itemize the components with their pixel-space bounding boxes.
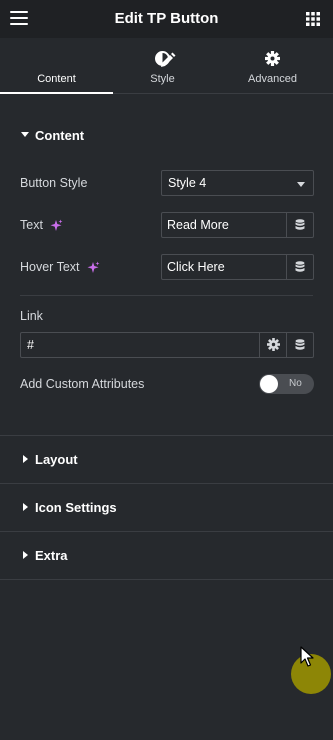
caret-right-icon <box>23 551 28 559</box>
tab-advanced-label: Advanced <box>248 73 297 85</box>
caret-right-icon <box>23 503 28 511</box>
chevron-down-icon <box>297 182 305 187</box>
section-separator <box>0 579 333 580</box>
section-layout-header[interactable]: Layout <box>0 436 333 483</box>
section-extra-header[interactable]: Extra <box>0 532 333 579</box>
tab-content-label: Content <box>37 73 76 85</box>
panel-tabs: Content Style Advanced <box>0 38 333 94</box>
database-icon <box>295 219 305 230</box>
text-label-row: Text <box>20 218 63 232</box>
database-icon <box>295 261 305 272</box>
link-input-group <box>20 332 314 358</box>
dynamic-tags-button[interactable] <box>286 333 313 357</box>
content-divider <box>20 295 313 296</box>
active-tab-indicator <box>0 92 113 94</box>
link-options-button[interactable] <box>259 333 286 357</box>
section-extra-title: Extra <box>35 548 68 563</box>
gear-icon <box>267 338 280 351</box>
custom-attributes-toggle[interactable]: No <box>259 374 314 394</box>
link-label: Link <box>20 309 43 323</box>
link-url-input[interactable] <box>21 333 259 357</box>
hover-text-input[interactable] <box>162 255 286 279</box>
panel-title: Edit TP Button <box>114 10 219 27</box>
button-style-value: Style 4 <box>168 176 207 190</box>
hover-text-input-group <box>161 254 314 280</box>
tab-style-label: Style <box>150 73 175 85</box>
caret-down-icon <box>21 132 29 137</box>
tab-content[interactable]: Content <box>0 38 176 94</box>
editor-header: Edit TP Button <box>0 0 333 38</box>
section-icon-settings-header[interactable]: Icon Settings <box>0 484 333 531</box>
caret-right-icon <box>23 455 28 463</box>
section-content-header[interactable]: Content <box>0 120 333 150</box>
section-content-title: Content <box>35 128 85 143</box>
text-input-group <box>161 212 314 238</box>
button-style-select[interactable]: Style 4 <box>161 170 314 196</box>
section-icon-settings-title: Icon Settings <box>35 500 117 515</box>
database-icon <box>295 339 305 350</box>
mouse-pointer-icon <box>300 646 314 667</box>
text-label: Text <box>20 218 43 232</box>
button-style-label: Button Style <box>20 176 88 190</box>
gear-icon <box>265 51 280 66</box>
ai-sparkle-icon[interactable] <box>87 261 100 274</box>
toggle-state-text: No <box>289 378 302 389</box>
tab-style[interactable]: Style <box>106 38 219 94</box>
section-layout-title: Layout <box>35 452 78 467</box>
toggle-knob <box>260 375 278 393</box>
hover-text-label: Hover Text <box>20 260 80 274</box>
custom-attributes-label: Add Custom Attributes <box>20 377 145 391</box>
dynamic-tags-button[interactable] <box>286 255 313 279</box>
ai-sparkle-icon[interactable] <box>50 219 63 232</box>
dynamic-tags-button[interactable] <box>286 213 313 237</box>
half-circle-icon <box>155 51 170 66</box>
widgets-grid-icon[interactable] <box>306 12 320 26</box>
tab-advanced[interactable]: Advanced <box>216 38 329 94</box>
hover-text-label-row: Hover Text <box>20 260 100 274</box>
text-input[interactable] <box>162 213 286 237</box>
